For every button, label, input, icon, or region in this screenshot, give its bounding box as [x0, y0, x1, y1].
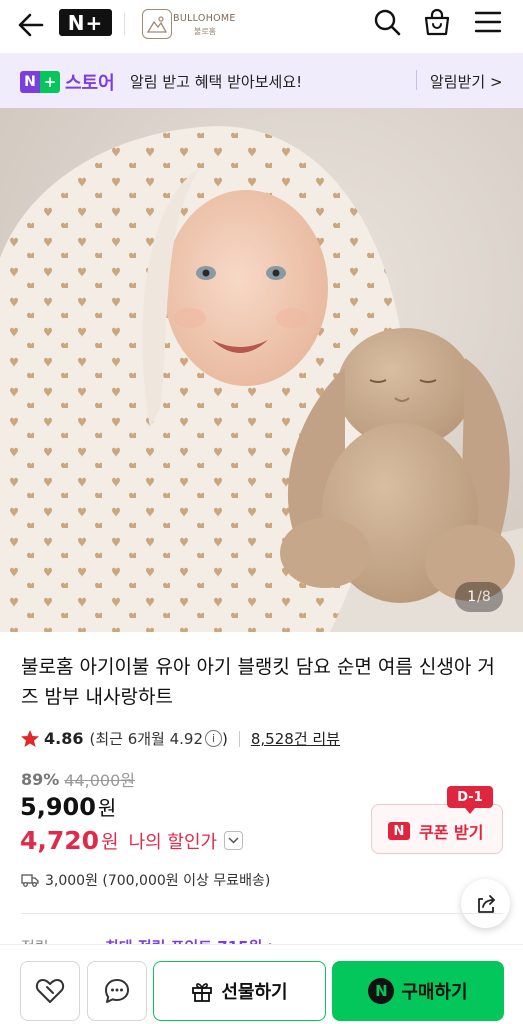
menu-icon[interactable] — [474, 9, 502, 35]
search-icon[interactable] — [372, 7, 402, 37]
share-button[interactable] — [461, 879, 510, 928]
naver-plus-logo[interactable]: N+ — [59, 9, 112, 36]
discount-rate: 89% — [21, 769, 60, 789]
heart-icon — [35, 979, 65, 1003]
my-price-label: 나의 할인가 — [128, 831, 218, 853]
gift-label: 선물하기 — [221, 982, 288, 1003]
header-divider — [124, 13, 125, 35]
brand-subname: 불로홈 — [194, 27, 217, 36]
shipping-text: 3,000원 (700,000원 이상 무료배송) — [45, 873, 271, 889]
coupon-download-button[interactable]: N 쿠폰 받기 — [371, 804, 503, 854]
store-name: 스토어 — [65, 73, 115, 94]
rating-row: 4.86 (최근 6개월 4.92 i ) 8,528건 리뷰 — [20, 728, 340, 749]
buy-button[interactable]: N 구매하기 — [332, 961, 504, 1021]
bottom-action-bar: 선물하기 N 구매하기 — [0, 944, 523, 1024]
top-header: N+ BULLOHOME 불로홈 — [0, 0, 523, 52]
back-arrow-icon[interactable] — [16, 10, 46, 40]
discount-row: 89% 44,000원 — [21, 767, 135, 791]
talk-chat-button[interactable] — [87, 961, 147, 1021]
share-icon — [477, 894, 495, 913]
coupon-n-icon: N — [388, 822, 410, 840]
banner-message: 알림 받고 혜택 받아보세요! — [130, 73, 303, 91]
naver-pay-icon: N — [368, 978, 395, 1004]
original-price: 44,000원 — [64, 771, 136, 790]
shipping-info: 3,000원 (700,000원 이상 무료배송) — [21, 870, 270, 890]
product-image[interactable] — [0, 108, 523, 632]
image-page-counter: 1/8 — [455, 582, 503, 612]
banner-divider — [416, 70, 417, 90]
brand-logo[interactable]: BULLOHOME 불로홈 — [142, 7, 235, 43]
truck-icon — [21, 874, 39, 887]
rating-divider — [238, 730, 240, 747]
my-price-value: 4,720 — [20, 826, 100, 855]
naver-plus-store-logo: N + 스토어 — [20, 69, 115, 95]
shopping-bag-icon[interactable] — [422, 7, 452, 37]
notification-subscribe-button[interactable]: 알림받기 > — [430, 71, 503, 92]
chat-bubble-icon — [105, 979, 129, 1003]
star-icon — [21, 729, 39, 747]
wishlist-button[interactable] — [20, 961, 80, 1021]
rating-value: 4.86 — [44, 729, 84, 748]
coupon-dday-badge: D-1 — [447, 786, 493, 814]
my-discount-price: 4,720 원 나의 할인가 — [20, 826, 244, 855]
review-count-link[interactable]: 8,528건 리뷰 — [251, 728, 340, 749]
section-divider — [21, 913, 503, 914]
store-notification-banner[interactable]: N + 스토어 알림 받고 혜택 받아보세요! 알림받기 > — [0, 53, 523, 108]
brand-mark-icon — [142, 9, 172, 39]
info-icon[interactable]: i — [205, 730, 223, 747]
recent-rating-close: ) — [222, 729, 228, 748]
recent-rating: (최근 6개월 4.92 — [89, 730, 204, 748]
brand-name: BULLOHOME — [173, 13, 236, 24]
sale-price: 5,900 원 — [20, 793, 117, 821]
product-title: 불로홈 아기이불 유아 아기 블랭킷 담요 순면 여름 신생아 거즈 밤부 내사… — [21, 656, 495, 708]
coupon-label: 쿠폰 받기 — [419, 823, 484, 842]
gift-icon — [192, 983, 213, 1002]
chevron-down-icon[interactable] — [224, 831, 244, 850]
gift-button[interactable]: 선물하기 — [153, 961, 326, 1021]
buy-label: 구매하기 — [401, 982, 468, 1003]
my-price-unit: 원 — [101, 831, 119, 853]
